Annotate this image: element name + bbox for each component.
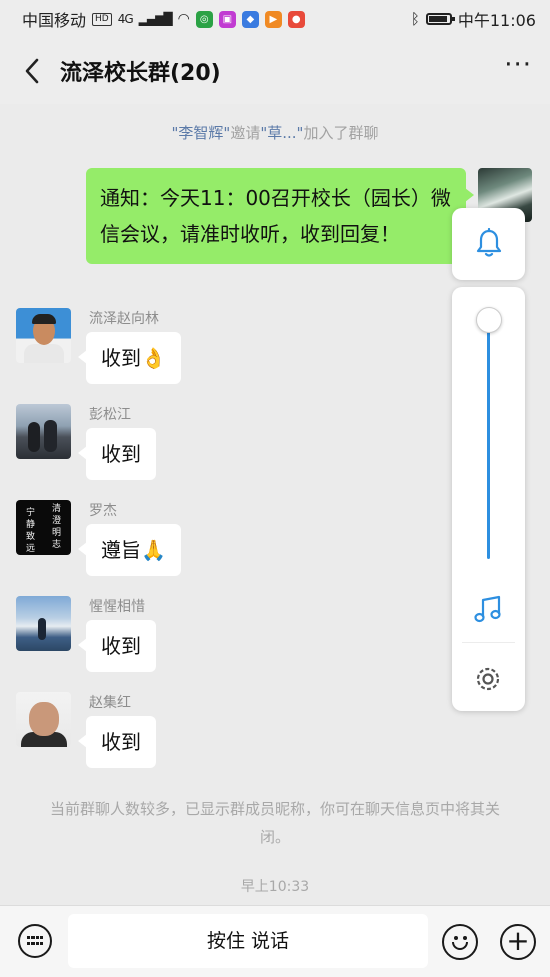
app-notification-icon: ▶ [264, 10, 282, 28]
chat-header: 流泽校长群(20) ··· [0, 38, 550, 104]
timestamp: 早上10:33 [240, 879, 310, 895]
location-notification-icon: ● [287, 10, 305, 28]
folded-hands-emoji-icon: 🙏 [141, 538, 166, 562]
status-time: 中午11:06 [457, 11, 536, 30]
message-bubble[interactable]: 收到 [78, 428, 156, 480]
message-text: 收到 [101, 634, 141, 658]
sender-name: 罗杰 [89, 503, 117, 519]
avatar[interactable] [16, 308, 71, 363]
wifi-icon: ◠ [177, 11, 190, 27]
keyboard-icon [27, 936, 43, 946]
ok-hand-emoji-icon: 👌 [141, 346, 166, 370]
gear-icon[interactable] [472, 663, 504, 695]
chevron-left-icon [25, 58, 39, 84]
avatar[interactable] [16, 692, 71, 747]
input-bar: 按住 说话 + [0, 905, 550, 977]
signal-icon: ▂▄▆█ [138, 12, 173, 26]
join-result: 加入了群聊 [303, 124, 379, 142]
message-bubble[interactable]: 收到 [78, 620, 156, 672]
message-text: 收到 [101, 730, 141, 754]
app-notification-icon: ◆ [241, 10, 259, 28]
inviter-link[interactable]: "李智辉" [172, 124, 231, 142]
message-bubble[interactable]: 收到👌 [78, 332, 181, 384]
more-options-button[interactable]: ··· [504, 52, 532, 87]
message-text: 遵旨 [101, 538, 141, 562]
volume-slider-track[interactable] [487, 319, 490, 559]
avatar[interactable] [16, 404, 71, 459]
message-bubble[interactable]: 收到 [78, 716, 156, 768]
status-bar: 中国移动 HD 4G ▂▄▆█ ◠ ◎ ▣ ◆ ▶ ● ᛒ 中午11:06 [0, 0, 550, 38]
avatar[interactable] [16, 596, 71, 651]
self-message-bubble[interactable]: 通知：今天11：00召开校长（园长）微信会议，请准时收听，收到回复！ [86, 168, 474, 264]
notification-card[interactable] [452, 208, 525, 280]
back-button[interactable] [18, 51, 46, 91]
battery-icon [425, 13, 455, 25]
keyboard-toggle-button[interactable] [18, 924, 52, 958]
more-functions-button[interactable]: + [500, 924, 536, 960]
bluetooth-icon: ᛒ [410, 10, 420, 28]
system-join-note: "李智辉"邀请"草..."加入了群聊 [0, 122, 550, 143]
music-note-icon[interactable] [472, 593, 504, 625]
group-info-note: 当前群聊人数较多，已显示群成员昵称，你可在聊天信息页中将其关闭。 [49, 800, 500, 846]
bell-icon[interactable] [476, 228, 502, 258]
sender-name: 流泽赵向林 [89, 311, 159, 327]
sender-name: 惺惺相惜 [89, 599, 145, 615]
sender-name: 彭松江 [89, 407, 131, 423]
volume-panel [452, 287, 525, 711]
volume-slider-handle[interactable] [476, 307, 502, 333]
message-text: 收到 [101, 442, 141, 466]
message-text: 收到 [101, 346, 141, 370]
emoji-button[interactable] [442, 924, 478, 960]
hd-badge: HD [92, 12, 112, 26]
invitee-link[interactable]: "草..." [260, 124, 303, 142]
app-notification-icon: ◎ [195, 10, 213, 28]
hold-to-talk-button[interactable]: 按住 说话 [68, 914, 428, 968]
sender-name: 赵集红 [89, 695, 131, 711]
chat-title: 流泽校长群(20) [60, 61, 221, 86]
carrier-label: 中国移动 [22, 11, 87, 30]
avatar[interactable]: 清 澄 明 志 宁 静 致 远 [16, 500, 71, 555]
network-label: 4G [117, 12, 134, 26]
smiley-icon [452, 942, 468, 950]
app-notification-icon: ▣ [218, 10, 236, 28]
panel-divider [462, 642, 515, 643]
message-bubble[interactable]: 遵旨🙏 [78, 524, 181, 576]
invite-action: 邀请 [230, 124, 261, 142]
